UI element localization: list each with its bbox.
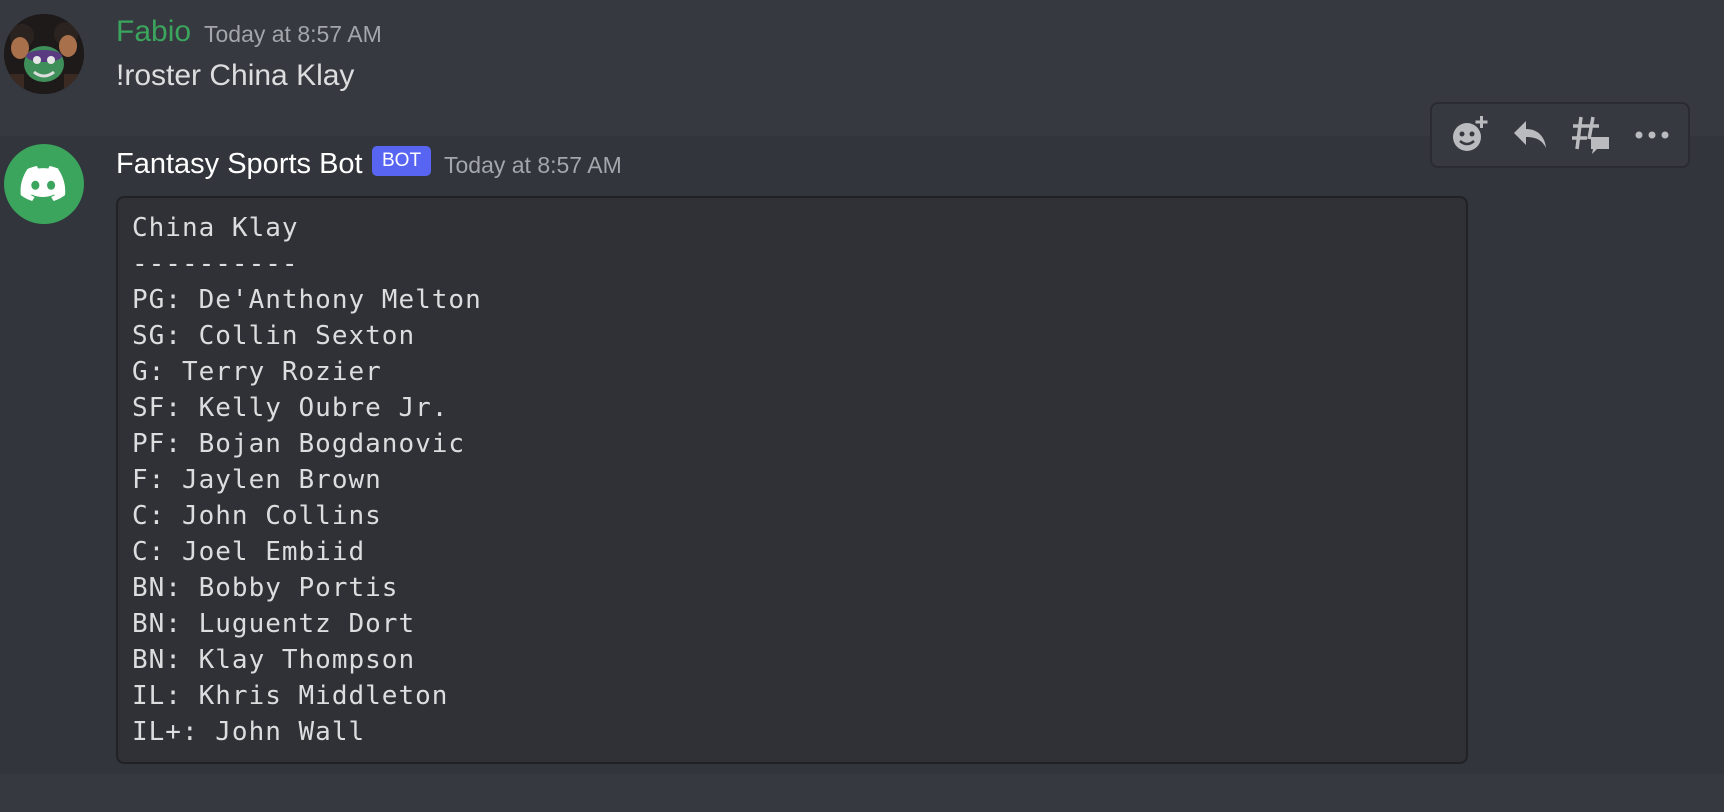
code-line: BN: Klay Thompson xyxy=(132,645,416,675)
code-line: SF: Kelly Oubre Jr. xyxy=(132,393,449,423)
code-line: IL+: John Wall xyxy=(132,717,366,747)
code-line: G: Terry Rozier xyxy=(132,357,382,387)
add-reaction-button[interactable] xyxy=(1442,108,1496,162)
message-bot[interactable]: Fantasy Sports Bot BOT Today at 8:57 AM … xyxy=(0,136,1724,774)
reply-icon xyxy=(1513,121,1546,148)
message-toolbar xyxy=(1430,102,1690,168)
bot-avatar[interactable] xyxy=(4,144,84,224)
code-line: C: Joel Embiid xyxy=(132,537,366,567)
chat-area: Fabio Today at 8:57 AM !roster China Kla… xyxy=(0,0,1724,812)
message-content: !roster China Klay xyxy=(116,59,355,92)
more-options-icon xyxy=(1635,131,1668,139)
create-thread-button[interactable] xyxy=(1564,108,1618,162)
code-line: ---------- xyxy=(132,249,299,279)
code-line: SG: Collin Sexton xyxy=(132,321,416,351)
more-options-button[interactable] xyxy=(1625,108,1679,162)
author-name[interactable]: Fabio xyxy=(116,14,191,50)
author-name[interactable]: Fantasy Sports Bot xyxy=(116,144,363,184)
chat-bottom-area xyxy=(0,774,1724,812)
code-line: BN: Luguentz Dort xyxy=(132,609,416,639)
discord-logo-icon xyxy=(20,166,66,201)
reply-button[interactable] xyxy=(1503,108,1557,162)
code-line: F: Jaylen Brown xyxy=(132,465,382,495)
code-block: China Klay ---------- PG: De'Anthony Melto… xyxy=(116,196,1468,764)
code-line: C: John Collins xyxy=(132,501,382,531)
create-thread-icon xyxy=(1571,116,1609,154)
code-line: PF: Bojan Bogdanovic xyxy=(132,429,466,459)
cartoon-avatar-icon xyxy=(4,14,84,94)
code-line: BN: Bobby Portis xyxy=(132,573,399,603)
code-line: IL: Khris Middleton xyxy=(132,681,449,711)
code-line: China Klay xyxy=(132,213,299,243)
bot-badge: BOT xyxy=(372,146,432,176)
timestamp: Today at 8:57 AM xyxy=(444,152,622,178)
add-reaction-icon xyxy=(1452,116,1487,151)
timestamp: Today at 8:57 AM xyxy=(204,21,382,47)
code-line: PG: De'Anthony Melton xyxy=(132,285,482,315)
user-avatar[interactable] xyxy=(4,14,84,94)
